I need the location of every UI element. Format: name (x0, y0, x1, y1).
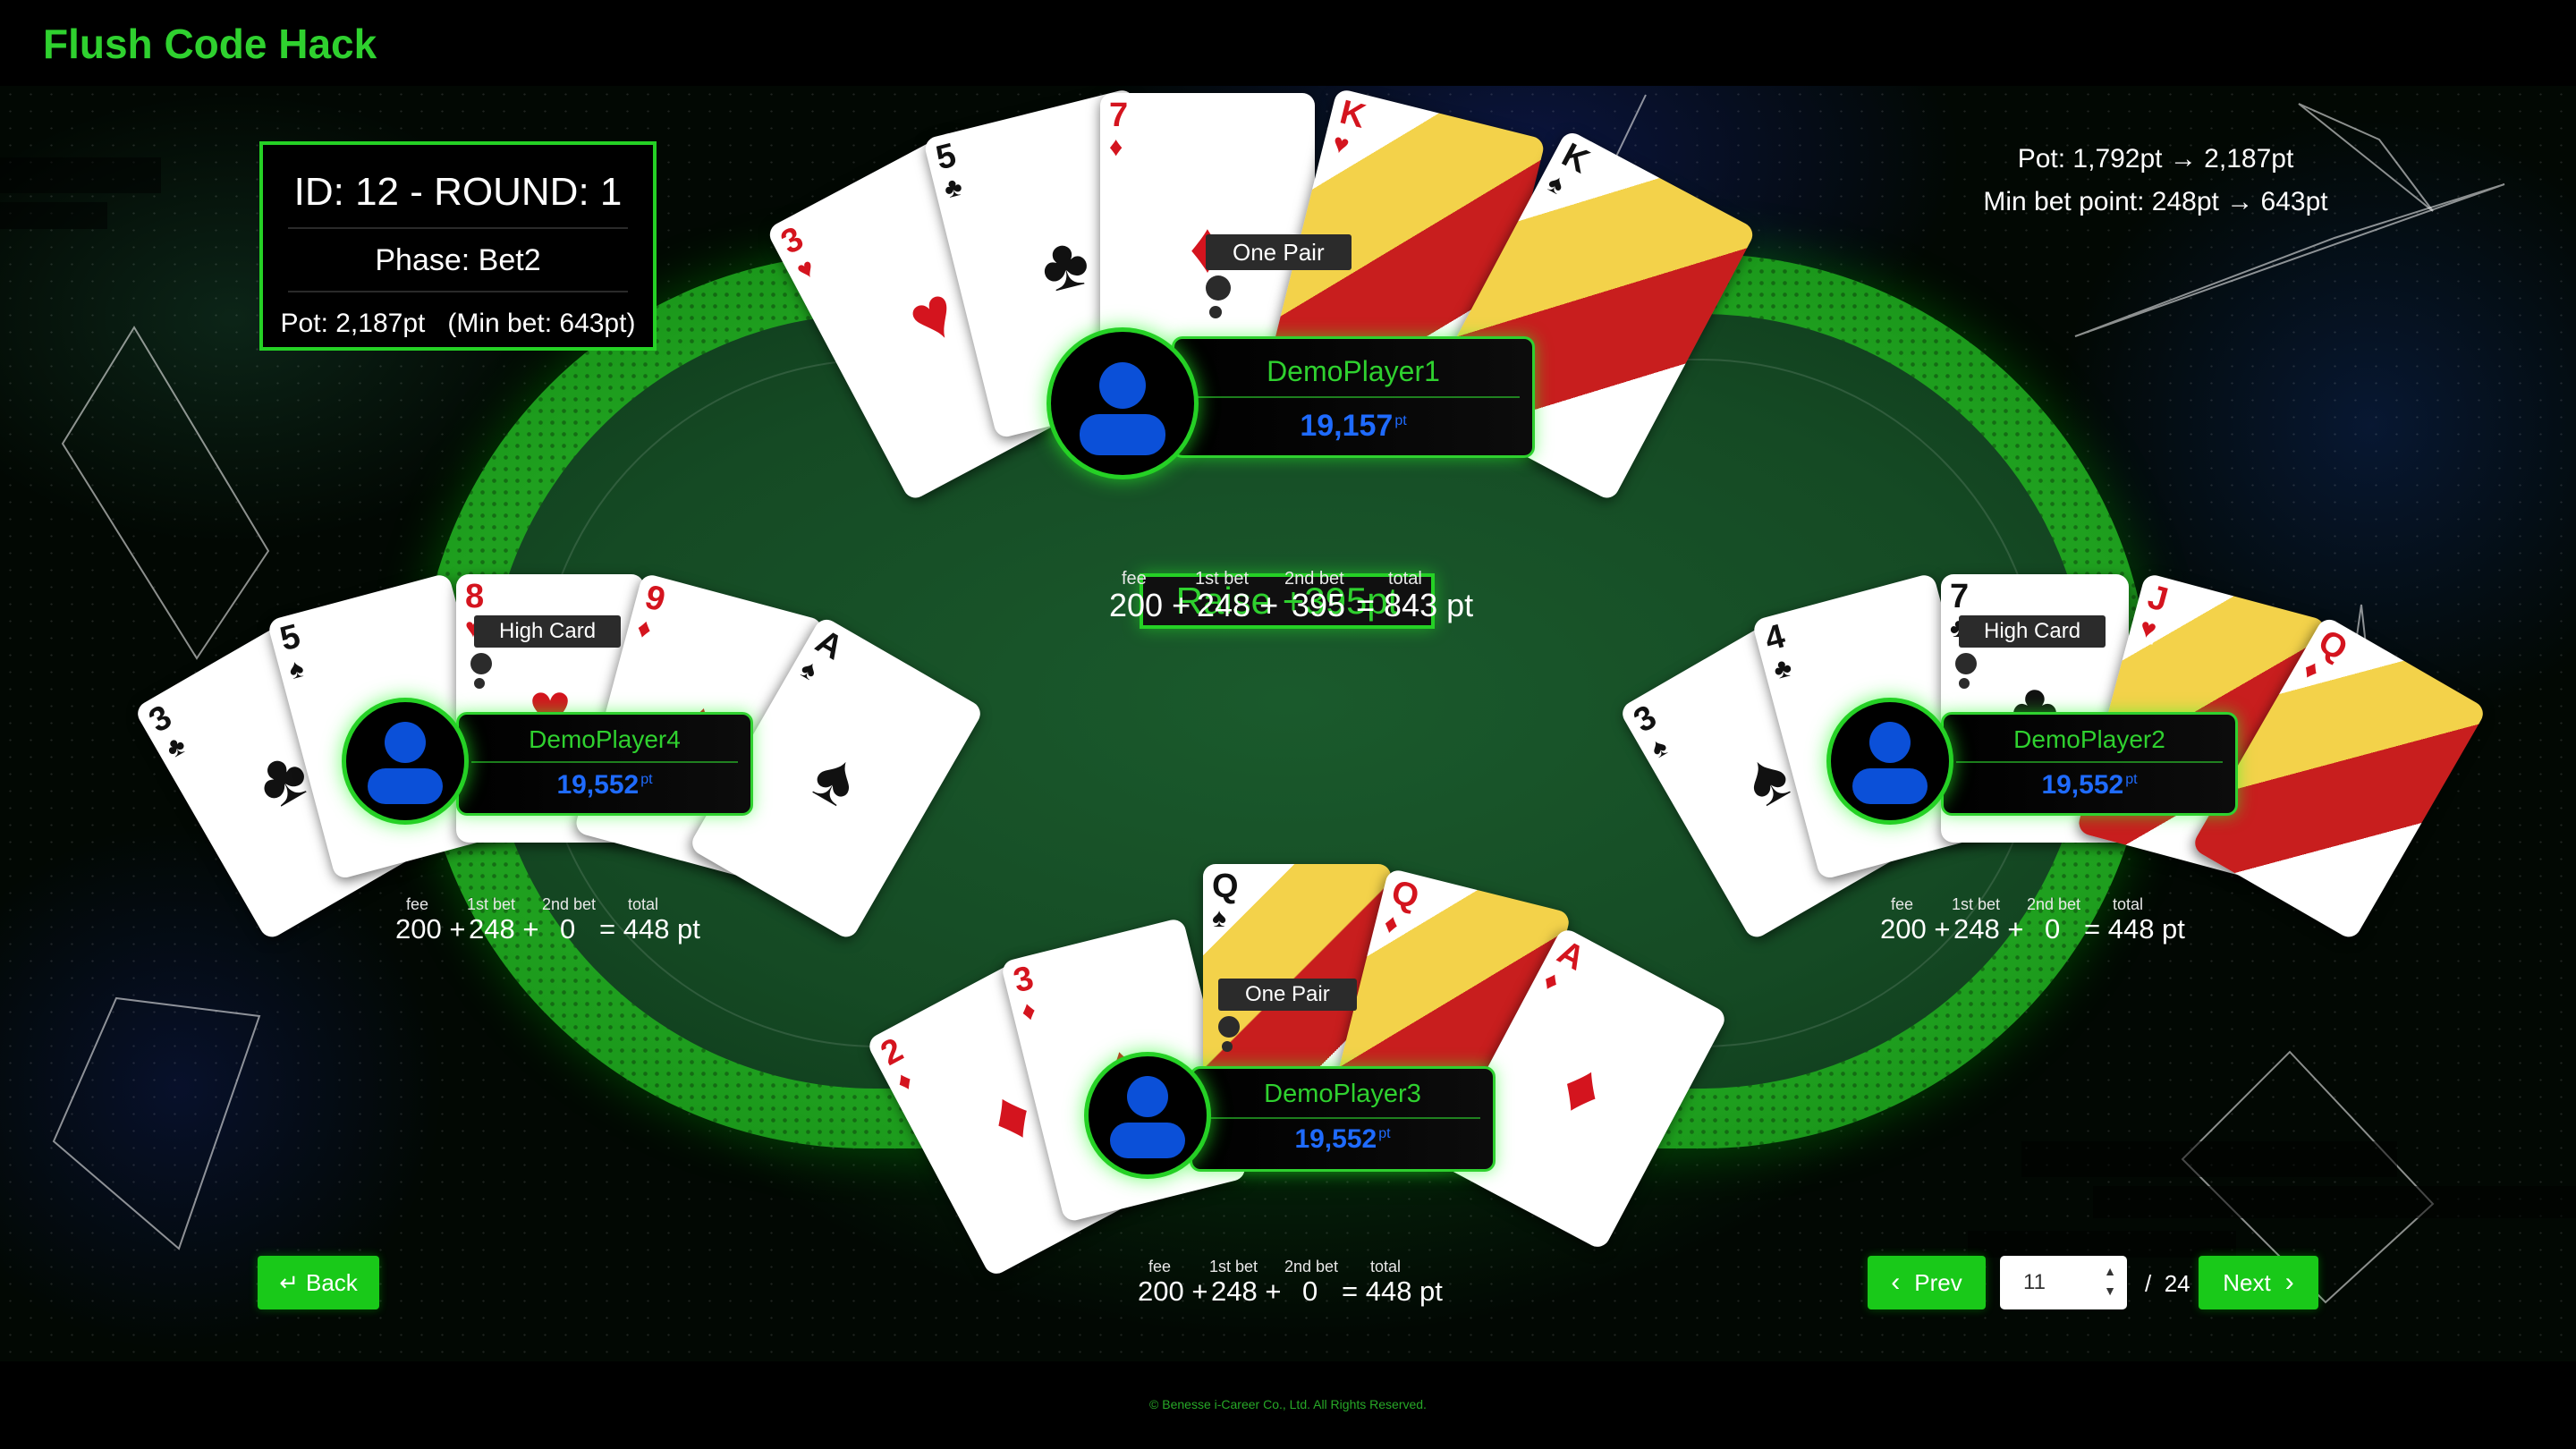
back-button[interactable]: ↵ Back (258, 1256, 379, 1309)
plate-divider (1205, 1117, 1480, 1119)
hand-rank-badge: High Card (1959, 615, 2106, 648)
prev-label: Prev (1914, 1269, 1962, 1296)
chevron-right-icon: › (2284, 1267, 2294, 1297)
hand-rank-badge: High Card (474, 615, 622, 648)
thought-bubble (1955, 653, 1977, 674)
player2-avatar-icon (1826, 698, 1953, 825)
app-title: Flush Code Hack (43, 21, 377, 67)
game-stage: ID: 12 - ROUND: 1 Phase: Bet2 Pot: 2,187… (0, 86, 2576, 1361)
spin-up-icon[interactable]: ▲ (2104, 1264, 2116, 1278)
thought-bubble (1959, 678, 1970, 689)
next-button[interactable]: Next › (2199, 1256, 2318, 1309)
player-points: 19,552 pt (556, 770, 653, 800)
player1-avatar-icon (1046, 327, 1199, 479)
thought-bubble (470, 653, 492, 674)
app-header: Flush Code Hack (0, 0, 2576, 86)
back-icon: ↵ (279, 1269, 299, 1296)
phase-label: Phase: Bet2 (375, 243, 541, 277)
hand-rank-badge: One Pair (1206, 234, 1352, 270)
player3-plate: DemoPlayer3 19,552 pt (1190, 1066, 1496, 1172)
page-current: 11 (2023, 1270, 2046, 1294)
thought-bubble (1206, 275, 1231, 301)
thought-bubble (1218, 1016, 1240, 1038)
plate-divider (1956, 761, 2223, 763)
player-points: 19,552 pt (1294, 1124, 1391, 1154)
page-count: / 24 (2145, 1270, 2190, 1297)
thought-bubble (1222, 1041, 1233, 1052)
round-id: ID: 12 - ROUND: 1 (293, 170, 623, 214)
back-label: Back (305, 1269, 358, 1296)
player2-plate: DemoPlayer2 19,552 pt (1941, 712, 2238, 816)
next-label: Next (2223, 1269, 2271, 1296)
plate-divider (1187, 396, 1520, 398)
info-divider (288, 227, 628, 229)
page-spinner[interactable]: ▲ ▼ (2104, 1261, 2116, 1301)
player4-avatar-icon (342, 698, 469, 825)
pot-change: Pot: 1,792pt → 2,187pt (2017, 144, 2294, 174)
player-name: DemoPlayer4 (529, 725, 681, 753)
chevron-left-icon: ‹ (1891, 1267, 1901, 1297)
prev-button[interactable]: ‹ Prev (1868, 1256, 1986, 1309)
player-name: DemoPlayer2 (2013, 725, 2165, 753)
copyright: © Benesse i-Career Co., Ltd. All Rights … (1149, 1397, 1427, 1411)
page-total: 24 (2164, 1270, 2190, 1297)
page-number-input[interactable]: 11 ▲ ▼ (2000, 1256, 2127, 1309)
player3-avatar-icon (1084, 1052, 1211, 1179)
player4-plate: DemoPlayer4 19,552 pt (456, 712, 753, 816)
player1-plate: DemoPlayer1 19,157 pt (1172, 336, 1535, 458)
hand-rank-badge: One Pair (1218, 979, 1357, 1011)
plate-divider (471, 761, 738, 763)
thought-bubble (1209, 306, 1222, 318)
game-info-box: ID: 12 - ROUND: 1 Phase: Bet2 Pot: 2,187… (259, 141, 657, 351)
app-footer: © Benesse i-Career Co., Ltd. All Rights … (0, 1361, 2576, 1449)
player-name: DemoPlayer3 (1264, 1080, 1421, 1108)
spin-down-icon[interactable]: ▼ (2104, 1284, 2116, 1298)
min-bet-change: Min bet point: 248pt → 643pt (1983, 187, 2328, 216)
info-divider (288, 291, 628, 292)
pot-summary: Pot: 1,792pt → 2,187pt Min bet point: 24… (1905, 138, 2406, 224)
player-points: 19,157 pt (1300, 409, 1407, 443)
pot-label: Pot: 2,187pt (Min bet: 643pt) (280, 309, 636, 338)
player-points: 19,552 pt (2041, 770, 2138, 800)
player-name: DemoPlayer1 (1267, 355, 1440, 387)
thought-bubble (474, 678, 485, 689)
